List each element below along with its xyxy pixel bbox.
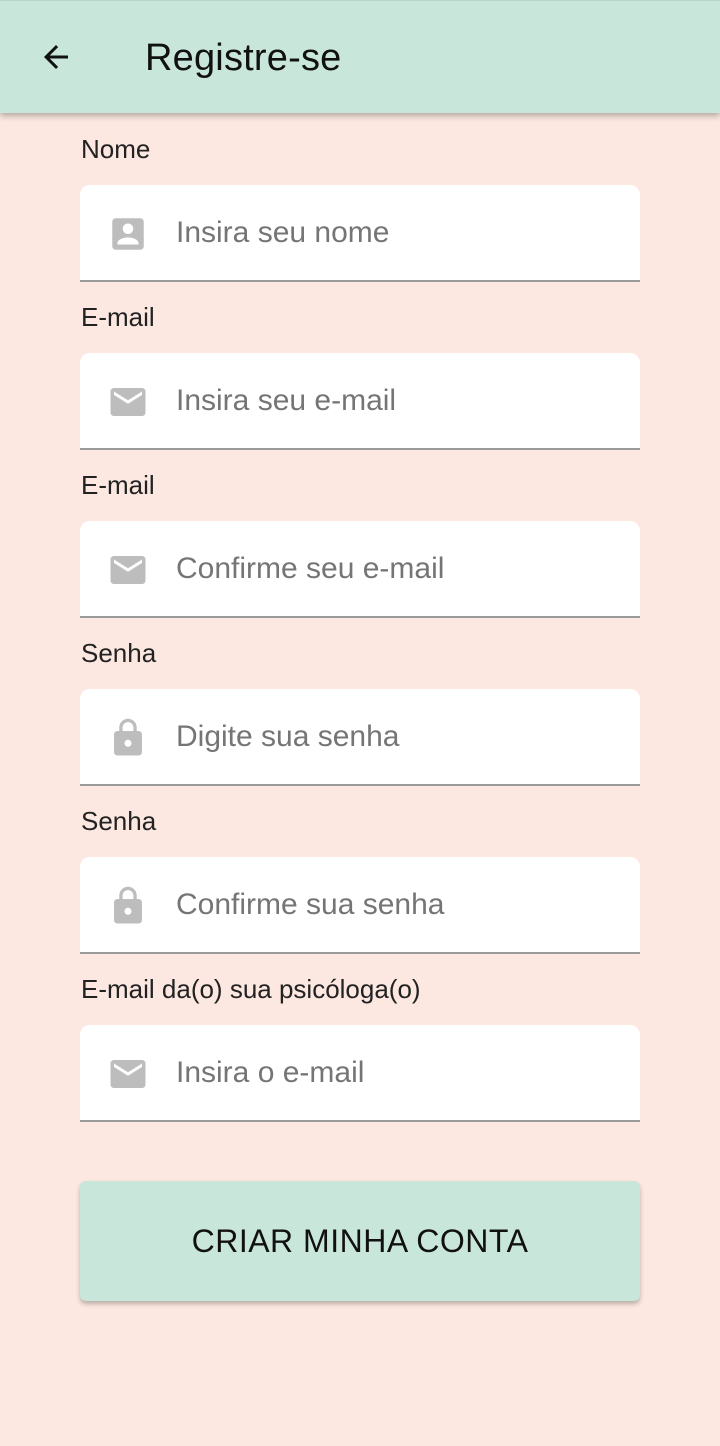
password-input[interactable]	[176, 689, 616, 784]
password-field[interactable]	[80, 689, 640, 786]
psychologist-email-input[interactable]	[176, 1025, 616, 1120]
app-bar: Registre-se	[0, 0, 720, 113]
email-field[interactable]	[80, 353, 640, 450]
arrow-left-icon	[38, 39, 74, 80]
name-label: Nome	[81, 134, 151, 164]
confirm-password-input[interactable]	[176, 857, 616, 952]
lock-icon	[107, 885, 149, 927]
password-label: Senha	[81, 638, 157, 668]
name-field[interactable]	[80, 185, 640, 282]
confirm-password-field[interactable]	[80, 857, 640, 954]
name-input[interactable]	[176, 185, 616, 280]
page-title: Registre-se	[145, 37, 342, 79]
confirm-email-label: E-mail	[81, 470, 155, 500]
lock-icon	[107, 717, 149, 759]
psychologist-email-field[interactable]	[80, 1025, 640, 1122]
person-icon	[107, 213, 149, 255]
psychologist-email-label: E-mail da(o) sua psicóloga(o)	[81, 974, 421, 1004]
back-button[interactable]	[28, 31, 84, 87]
mail-icon	[107, 381, 149, 423]
confirm-email-field[interactable]	[80, 521, 640, 618]
mail-icon	[107, 1053, 149, 1095]
confirm-email-input[interactable]	[176, 521, 616, 616]
confirm-password-label: Senha	[81, 806, 157, 836]
mail-icon	[107, 549, 149, 591]
create-account-button[interactable]: CRIAR MINHA CONTA	[80, 1181, 640, 1301]
email-input[interactable]	[176, 353, 616, 448]
email-label: E-mail	[81, 302, 155, 332]
